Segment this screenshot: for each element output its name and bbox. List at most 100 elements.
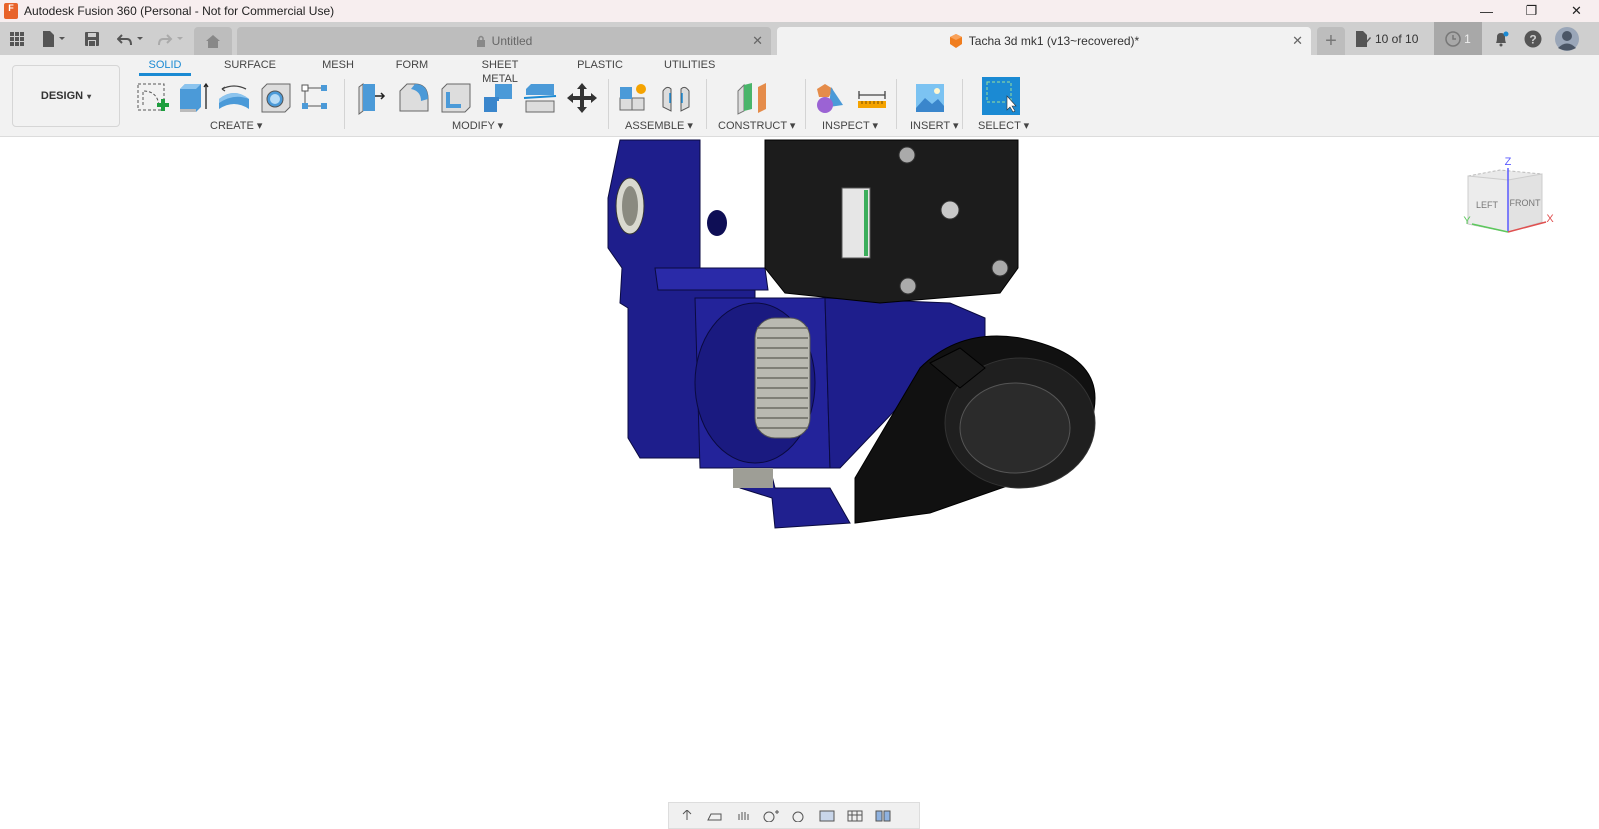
redo-icon bbox=[158, 34, 183, 46]
press-pull-button[interactable] bbox=[354, 80, 390, 116]
interference-button[interactable] bbox=[812, 80, 848, 116]
view-cube[interactable]: LEFT FRONT Z X Y bbox=[1460, 156, 1580, 246]
new-component-icon bbox=[619, 84, 646, 111]
user-avatar[interactable] bbox=[1554, 26, 1580, 52]
save-button[interactable] bbox=[84, 28, 100, 50]
toolbar-divider bbox=[608, 79, 609, 129]
grid-settings-button[interactable] bbox=[843, 807, 867, 825]
orbit-icon bbox=[682, 809, 692, 820]
measure-icon bbox=[858, 91, 886, 108]
3d-canvas[interactable]: LEFT FRONT Z X Y bbox=[0, 138, 1599, 829]
job-status-button[interactable]: 1 bbox=[1434, 22, 1482, 55]
select-menu[interactable]: SELECT ▾ bbox=[978, 119, 1029, 132]
viewports-icon bbox=[875, 810, 891, 821]
move-copy-button[interactable] bbox=[564, 80, 600, 116]
joint-icon bbox=[662, 86, 690, 112]
hole-button[interactable] bbox=[258, 80, 294, 116]
create-sketch-button[interactable] bbox=[134, 80, 170, 116]
insert-menu[interactable]: INSERT ▾ bbox=[910, 119, 959, 132]
toolbar-divider bbox=[805, 79, 806, 129]
toolbar-divider bbox=[344, 79, 345, 129]
close-tab-icon[interactable]: ✕ bbox=[1292, 33, 1303, 49]
modify-menu[interactable]: MODIFY ▾ bbox=[452, 119, 503, 132]
construct-menu[interactable]: CONSTRUCT ▾ bbox=[718, 119, 795, 132]
revolve-button[interactable] bbox=[216, 80, 252, 116]
ribbon-toolbar: DESIGN ▾ SOLID SURFACE MESH FORM SHEET M… bbox=[0, 55, 1599, 137]
z-axis-label: Z bbox=[1505, 156, 1512, 168]
stepper-motor-part[interactable] bbox=[764, 139, 1019, 304]
sketch-icon bbox=[137, 83, 169, 111]
fillet-button[interactable] bbox=[396, 80, 432, 116]
tab-mesh[interactable]: MESH bbox=[318, 58, 358, 76]
workspace-switcher[interactable]: DESIGN ▾ bbox=[12, 65, 120, 127]
extruder-model[interactable] bbox=[600, 138, 1100, 538]
create-menu[interactable]: CREATE ▾ bbox=[210, 119, 262, 132]
lock-icon bbox=[476, 35, 485, 47]
fit-button[interactable] bbox=[787, 807, 811, 825]
chevron-down-icon: ▾ bbox=[953, 120, 959, 132]
user-avatar-icon bbox=[1555, 27, 1579, 51]
document-tab-tacha[interactable]: Tacha 3d mk1 (v13~recovered)* ✕ bbox=[777, 27, 1311, 55]
screw-head bbox=[991, 259, 1009, 277]
extrude-button[interactable] bbox=[176, 80, 212, 116]
maximize-button[interactable]: ❐ bbox=[1509, 0, 1554, 22]
chevron-down-icon: ▾ bbox=[256, 120, 263, 132]
select-label: SELECT bbox=[978, 120, 1021, 132]
shell-button[interactable] bbox=[438, 80, 474, 116]
select-window-icon bbox=[986, 81, 1017, 113]
assemble-label: ASSEMBLE bbox=[625, 120, 685, 132]
tab-surface[interactable]: SURFACE bbox=[222, 58, 278, 76]
zoom-button[interactable] bbox=[759, 807, 783, 825]
document-tab-untitled[interactable]: Untitled ✕ bbox=[237, 27, 771, 55]
zoom-icon bbox=[763, 809, 779, 822]
inspect-menu[interactable]: INSPECT ▾ bbox=[822, 119, 878, 132]
pan-button[interactable] bbox=[731, 807, 755, 825]
display-settings-button[interactable] bbox=[815, 807, 839, 825]
new-component-button[interactable] bbox=[616, 80, 652, 116]
display-icon bbox=[819, 810, 835, 821]
offset-plane-button[interactable] bbox=[734, 80, 770, 116]
notifications-button[interactable] bbox=[1490, 28, 1512, 50]
tab-bar: Untitled ✕ Tacha 3d mk1 (v13~recovered)*… bbox=[0, 22, 1599, 55]
close-tab-icon[interactable]: ✕ bbox=[752, 33, 763, 49]
joint-button[interactable] bbox=[658, 80, 694, 116]
tab-sheet-metal[interactable]: SHEET METAL bbox=[464, 58, 536, 85]
select-button[interactable] bbox=[982, 77, 1020, 115]
tab-plastic[interactable]: PLASTIC bbox=[576, 58, 624, 76]
revolve-icon bbox=[219, 85, 249, 109]
toolbar-divider bbox=[896, 79, 897, 129]
split-body-button[interactable] bbox=[522, 80, 558, 116]
insert-canvas-button[interactable] bbox=[912, 80, 948, 116]
chevron-down-icon: ▾ bbox=[872, 120, 879, 132]
undo-button[interactable] bbox=[116, 28, 146, 50]
tab-solid[interactable]: SOLID bbox=[139, 58, 191, 76]
chevron-down-icon: ▾ bbox=[87, 91, 92, 101]
measure-button[interactable] bbox=[854, 80, 890, 116]
data-panel-button[interactable] bbox=[8, 28, 26, 50]
tab-form[interactable]: FORM bbox=[392, 58, 432, 76]
redo-button[interactable] bbox=[156, 28, 186, 50]
window-controls: — ❐ ✕ bbox=[1464, 0, 1599, 22]
pattern-button[interactable] bbox=[298, 80, 334, 116]
home-tab[interactable] bbox=[194, 27, 232, 55]
move-icon bbox=[567, 83, 597, 113]
version-indicator[interactable]: 10 of 10 bbox=[1355, 28, 1418, 50]
combine-icon bbox=[484, 84, 512, 112]
close-window-button[interactable]: ✕ bbox=[1554, 0, 1599, 22]
viewcube-left-label: LEFT bbox=[1476, 200, 1499, 210]
combine-button[interactable] bbox=[480, 80, 516, 116]
new-tab-button[interactable]: + bbox=[1317, 27, 1345, 55]
tab-utilities[interactable]: UTILITIES bbox=[664, 58, 715, 76]
assemble-menu[interactable]: ASSEMBLE ▾ bbox=[625, 119, 693, 132]
look-at-button[interactable] bbox=[703, 807, 727, 825]
extrude-icon bbox=[180, 82, 209, 112]
viewports-button[interactable] bbox=[871, 807, 895, 825]
minimize-button[interactable]: — bbox=[1464, 0, 1509, 22]
inspect-shapes-icon bbox=[817, 84, 843, 113]
document-edit-icon bbox=[1356, 31, 1371, 47]
construct-plane-icon bbox=[737, 83, 766, 115]
navigation-bar bbox=[668, 802, 920, 829]
file-menu-button[interactable] bbox=[40, 28, 68, 50]
help-button[interactable]: ? bbox=[1522, 28, 1544, 50]
orbit-button[interactable] bbox=[675, 807, 699, 825]
